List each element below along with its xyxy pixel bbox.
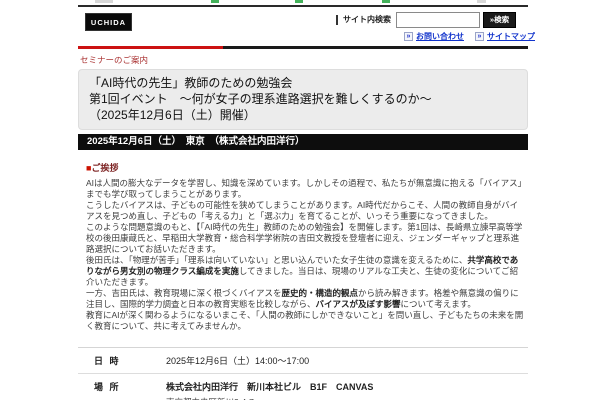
content-column: セミナーのご案内 「AI時代の先生」教師のための勉強会 第1回イベント ～何が女…	[78, 46, 528, 400]
greeting-paragraph: このような問題意識のもと、【「AI時代の先生」教師のための勉強会】を開催します。…	[86, 222, 523, 254]
title-line-3: （2025年12月6日（土）開催）	[89, 108, 256, 122]
seminar-page: UCHIDA サイト内検索 »検索 » お問い合わせ » サイトマップ セミナー…	[0, 0, 600, 400]
venue-address: 東京都中央区新川2-4-7	[166, 396, 444, 400]
greeting-paragraph: 後田氏は、「物理が苦手」「理系は向いていない」と思い込んでいた女子生徒の意識を変…	[86, 255, 519, 287]
contact-link[interactable]: » お問い合わせ	[404, 31, 464, 42]
top-divider	[78, 5, 528, 7]
event-details: 日 時 2025年12月6日（土）14:00～17:00 場 所 株式会社内田洋…	[78, 347, 528, 400]
detail-label: 日 時	[94, 356, 121, 366]
detail-row-datetime: 日 時 2025年12月6日（土）14:00～17:00	[78, 348, 528, 373]
top-edge-fragment	[95, 0, 113, 3]
page-title: 「AI時代の先生」教師のための勉強会 第1回イベント ～何が女子の理系進路選択を…	[78, 69, 528, 130]
detail-row-location: 場 所 株式会社内田洋行 新川本社ビル B1F CANVAS 東京都中央区新川2…	[78, 373, 528, 400]
event-date-bar: 2025年12月6日（土） 東京 （株式会社内田洋行）	[78, 134, 528, 150]
top-edge-fragment	[477, 0, 486, 3]
title-line-2: 第1回イベント ～何が女子の理系進路選択を難しくするのか～	[89, 92, 432, 106]
greeting-paragraph: AIは人間の膨大なデータを学習し、知識を深めています。しかしその過程で、私たちが…	[86, 178, 522, 199]
red-black-divider	[78, 46, 528, 49]
header-links: » お問い合わせ » サイトマップ	[404, 31, 535, 42]
site-search-input[interactable]	[396, 12, 480, 28]
top-edge-fragment	[295, 0, 303, 3]
top-edge-fragment	[382, 0, 390, 3]
breadcrumb: セミナーのご案内	[80, 55, 149, 65]
arrow-icon: »	[404, 32, 413, 41]
greeting-section: ■ご挨拶 AIは人間の膨大なデータを学習し、知識を深めています。しかしその過程で…	[86, 161, 526, 332]
arrow-icon: »	[475, 32, 484, 41]
greeting-heading: ■ご挨拶	[86, 163, 119, 173]
detail-label: 場 所	[94, 382, 121, 392]
title-line-1: 「AI時代の先生」教師のための勉強会	[89, 76, 293, 90]
sitemap-link[interactable]: » サイトマップ	[475, 31, 535, 42]
detail-value-datetime: 2025年12月6日（土）14:00～17:00	[166, 356, 310, 366]
greeting-paragraph: こうしたバイアスは、子どもの可能性を狭めてしまうことがあります。AI時代だからこ…	[86, 200, 519, 221]
top-edge-fragment	[211, 0, 219, 3]
greeting-paragraph: 教育にAIが深く関わるようになるいまこそ、「人間の教師にしかできないこと」を問い…	[86, 310, 524, 331]
greeting-paragraph: 一方、吉田氏は、教育現場に深く根づくバイアスを歴史的・構造的観点から読み解きます…	[86, 288, 519, 309]
uchida-logo[interactable]: UCHIDA	[85, 13, 132, 31]
site-search-label: サイト内検索	[336, 15, 391, 25]
detail-value-location: 株式会社内田洋行 新川本社ビル B1F CANVAS 東京都中央区新川2-4-7…	[166, 380, 444, 400]
venue-name: 株式会社内田洋行 新川本社ビル B1F CANVAS	[166, 382, 374, 392]
search-button[interactable]: »検索	[483, 12, 516, 28]
